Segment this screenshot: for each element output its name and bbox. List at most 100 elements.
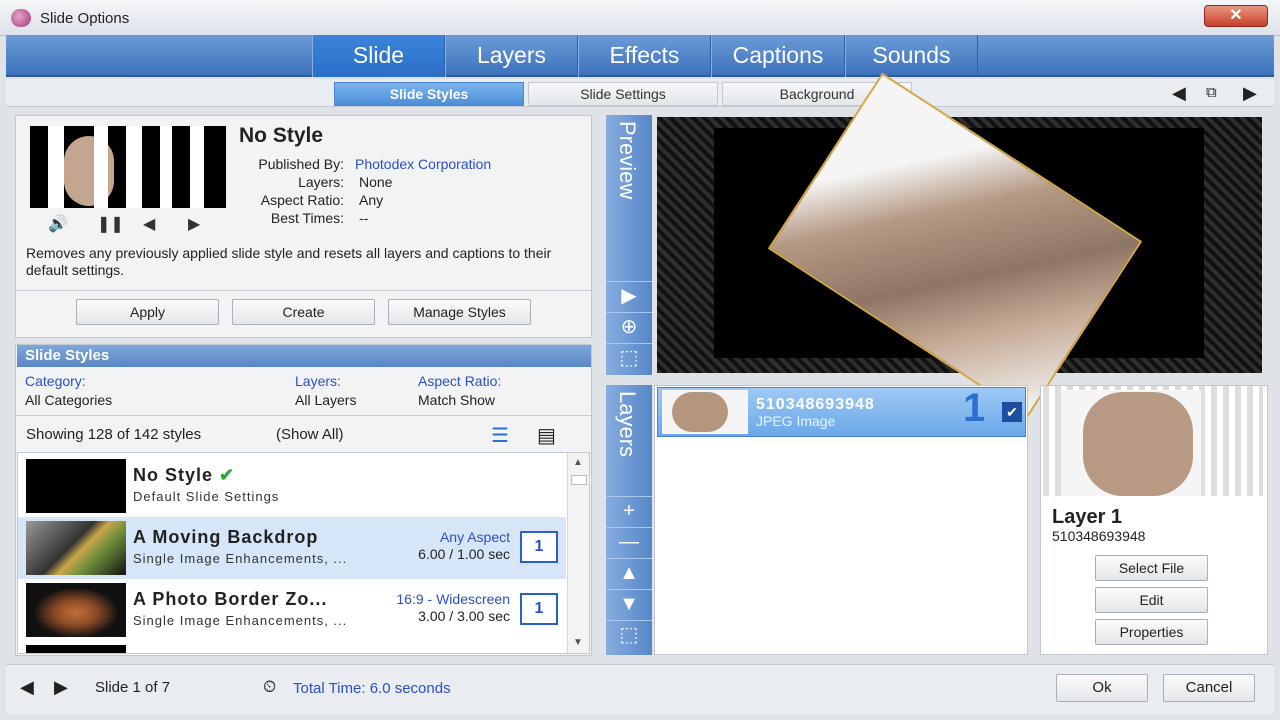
title-bar: Slide Options ✕ bbox=[0, 0, 1280, 36]
layer-number: 1 bbox=[963, 386, 986, 430]
tab-slide-settings[interactable]: Slide Settings bbox=[528, 82, 718, 106]
best-times-value: -- bbox=[359, 210, 369, 226]
style-description: Removes any previously applied slide sty… bbox=[26, 245, 552, 278]
layers-label: Layers bbox=[615, 391, 640, 458]
divider bbox=[16, 290, 591, 291]
divider bbox=[16, 415, 591, 416]
preview-sidebar: Preview ▶ ⊕ ⬚ bbox=[606, 115, 652, 375]
close-button[interactable]: ✕ bbox=[1204, 5, 1268, 27]
layers-filter-dropdown[interactable]: All Layers bbox=[295, 392, 356, 408]
list-item[interactable]: A Photo Border Zo... Single Image Enhanc… bbox=[18, 579, 566, 641]
sub-tab-bar: Slide Styles Slide Settings Background ◀… bbox=[6, 79, 1274, 107]
previous-slide-arrow-icon[interactable]: ◀ bbox=[1172, 83, 1186, 104]
style-item-name: A Moving Backdrop bbox=[133, 527, 319, 547]
style-item-aspect: 16:9 - Widescreen bbox=[396, 591, 510, 607]
style-item-subtitle: Default Slide Settings bbox=[133, 489, 280, 504]
layer-list-item[interactable]: 510348693948 JPEG Image 1 ✔ bbox=[657, 386, 1026, 437]
layer-preview-image bbox=[1043, 386, 1263, 496]
style-thumbnail bbox=[26, 645, 126, 653]
layers-value: None bbox=[359, 174, 393, 190]
footer-bar: ◀ ▶ Slide 1 of 7 ⏲ Total Time: 6.0 secon… bbox=[6, 664, 1274, 714]
edit-button[interactable]: Edit bbox=[1095, 587, 1208, 613]
remove-layer-icon[interactable]: — bbox=[606, 527, 652, 557]
style-item-subtitle: Single Image Enhancements, ... bbox=[133, 613, 348, 628]
style-item-time: 6.00 / 1.00 sec bbox=[418, 546, 510, 562]
next-slide-arrow-icon[interactable]: ▶ bbox=[1243, 83, 1257, 104]
prev-slide-icon[interactable]: ◀ bbox=[20, 677, 34, 698]
select-tool-icon[interactable]: ⬚ bbox=[606, 343, 652, 373]
scroll-down-icon[interactable]: ▼ bbox=[573, 637, 583, 648]
category-label: Category: bbox=[25, 373, 86, 389]
style-thumbnail bbox=[26, 521, 126, 575]
tab-layers[interactable]: Layers bbox=[445, 35, 578, 77]
layer-file: 510348693948 bbox=[1052, 528, 1146, 544]
layers-label: Layers: bbox=[298, 174, 344, 190]
move-layer-up-icon[interactable]: ▲ bbox=[606, 558, 652, 588]
style-item-time: 3.00 / 3.00 sec bbox=[418, 608, 510, 624]
layer-count-badge: 1 bbox=[520, 593, 558, 625]
style-name: No Style bbox=[239, 124, 324, 147]
layers-sidebar: Layers + — ▲ ▼ ⬚ bbox=[606, 385, 652, 655]
layer-title: Layer 1 bbox=[1052, 506, 1123, 528]
tab-effects[interactable]: Effects bbox=[578, 35, 711, 77]
layer-select-icon[interactable]: ⬚ bbox=[606, 620, 652, 650]
tab-sounds[interactable]: Sounds bbox=[845, 35, 978, 77]
slide-styles-heading: Slide Styles bbox=[17, 345, 591, 367]
layer-type: JPEG Image bbox=[756, 413, 836, 429]
list-view-icon[interactable]: ☰ bbox=[491, 423, 509, 448]
apply-button[interactable]: Apply bbox=[76, 299, 219, 325]
list-item[interactable] bbox=[18, 641, 566, 653]
tab-slide[interactable]: Slide bbox=[312, 35, 445, 77]
detail-view-icon[interactable]: ▤ bbox=[537, 423, 556, 448]
list-item[interactable]: No Style ✔ Default Slide Settings bbox=[18, 455, 566, 517]
manage-styles-button[interactable]: Manage Styles bbox=[388, 299, 531, 325]
tab-slide-styles[interactable]: Slide Styles bbox=[334, 82, 524, 106]
publisher-link[interactable]: Photodex Corporation bbox=[355, 156, 491, 172]
layers-filter-label: Layers: bbox=[295, 373, 341, 389]
aspect-ratio-label: Aspect Ratio: bbox=[260, 192, 344, 208]
previous-icon[interactable]: ◀ bbox=[143, 214, 155, 234]
aspect-filter-dropdown[interactable]: Match Show bbox=[418, 392, 495, 408]
style-item-aspect: Any Aspect bbox=[439, 529, 510, 545]
create-button[interactable]: Create bbox=[232, 299, 375, 325]
ok-button[interactable]: Ok bbox=[1056, 674, 1148, 702]
show-all-link[interactable]: (Show All) bbox=[276, 426, 344, 443]
add-layer-icon[interactable]: + bbox=[606, 496, 652, 526]
play-icon[interactable]: ▶ bbox=[606, 281, 652, 311]
total-time: Total Time: 6.0 seconds bbox=[293, 680, 451, 697]
style-preview-thumbnail bbox=[30, 126, 226, 208]
style-thumbnail bbox=[26, 459, 126, 513]
layer-visible-checkbox[interactable]: ✔ bbox=[1002, 402, 1022, 422]
scroll-up-icon[interactable]: ▲ bbox=[573, 457, 583, 468]
category-dropdown[interactable]: All Categories bbox=[25, 392, 112, 408]
windows-icon[interactable]: ⧉ bbox=[1206, 84, 1217, 101]
volume-icon[interactable]: 🔊 bbox=[48, 214, 68, 234]
window-title: Slide Options bbox=[40, 10, 130, 27]
aspect-filter-label: Aspect Ratio: bbox=[418, 373, 502, 389]
layer-thumbnail bbox=[662, 390, 748, 434]
aspect-ratio-value: Any bbox=[359, 192, 384, 208]
list-item[interactable]: A Moving Backdrop Single Image Enhanceme… bbox=[18, 517, 566, 579]
list-scrollbar[interactable]: ▲ ▼ bbox=[567, 453, 589, 653]
move-layer-down-icon[interactable]: ▼ bbox=[606, 589, 652, 619]
select-file-button[interactable]: Select File bbox=[1095, 555, 1208, 581]
pause-icon[interactable]: ❚❚ bbox=[97, 214, 124, 234]
style-item-subtitle: Single Image Enhancements, ... bbox=[133, 551, 348, 566]
next-icon[interactable]: ▶ bbox=[188, 214, 200, 234]
main-tab-bar: Slide Layers Effects Captions Sounds bbox=[6, 35, 1274, 77]
check-icon: ✔ bbox=[219, 465, 236, 485]
scroll-thumb[interactable] bbox=[571, 475, 587, 485]
next-slide-icon[interactable]: ▶ bbox=[54, 677, 68, 698]
layer-file-name: 510348693948 bbox=[756, 396, 875, 413]
slide-styles-list: No Style ✔ Default Slide Settings A Movi… bbox=[17, 452, 590, 654]
zoom-icon[interactable]: ⊕ bbox=[606, 312, 652, 342]
properties-button[interactable]: Properties bbox=[1095, 619, 1208, 645]
tab-captions[interactable]: Captions bbox=[711, 35, 845, 77]
layer-count-badge: 1 bbox=[520, 531, 558, 563]
style-item-name: A Photo Border Zo... bbox=[133, 589, 328, 609]
style-thumbnail bbox=[26, 583, 126, 637]
style-item-name: No Style ✔ bbox=[133, 465, 236, 485]
cancel-button[interactable]: Cancel bbox=[1163, 674, 1255, 702]
preview-label: Preview bbox=[615, 121, 640, 200]
clock-icon: ⏲ bbox=[263, 677, 277, 696]
